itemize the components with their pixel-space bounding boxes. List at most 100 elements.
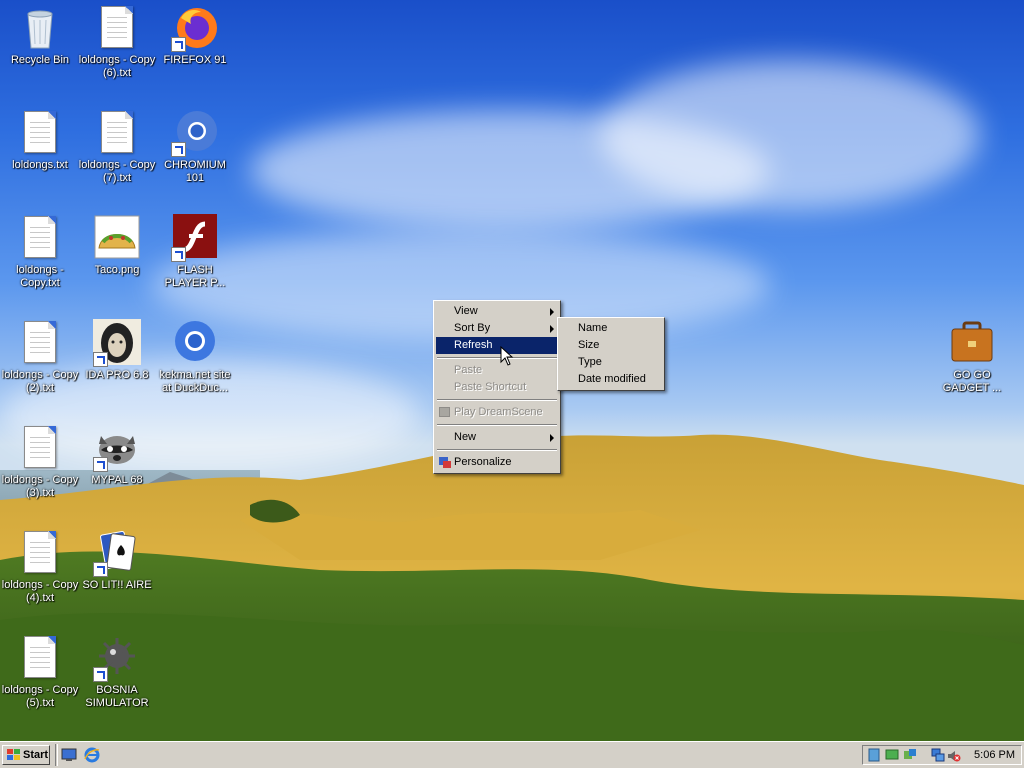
desktop-icon-go-go-gadget[interactable]: GO GO GADGET ... — [932, 319, 1012, 395]
menu-item-label: Personalize — [454, 456, 512, 468]
taco-image-icon — [93, 214, 141, 262]
tray-safely-remove-icon[interactable] — [903, 748, 917, 762]
menu-item-paste: Paste — [436, 362, 558, 379]
menu-item-sort-by[interactable]: Sort By — [436, 320, 558, 337]
menu-item-label: Refresh — [454, 339, 493, 351]
tray-network-icon[interactable] — [931, 748, 945, 762]
mouse-cursor-icon — [500, 346, 514, 366]
shortcut-arrow-icon — [171, 142, 186, 157]
menu-item-label: View — [454, 305, 478, 317]
desktop-icon-firefox[interactable]: FIREFOX 91 — [155, 4, 235, 67]
desktop-icon-text-file[interactable]: loldongs - Copy (5).txt — [0, 634, 80, 710]
text-file-icon — [16, 529, 64, 577]
desktop-icon-text-file[interactable]: loldongs.txt — [0, 109, 80, 172]
desktop-icon-label: IDA PRO 6.8 — [85, 369, 149, 381]
recycle-bin-icon — [16, 4, 64, 52]
menu-item-label: New — [454, 431, 477, 443]
menu-item-personalize[interactable]: Personalize — [436, 454, 558, 471]
text-file-icon — [16, 634, 64, 682]
solitaire-cards-icon — [93, 529, 141, 577]
desktop-icon-label: loldongs - Copy.txt — [16, 264, 64, 289]
menu-item-new[interactable]: New — [436, 429, 558, 446]
text-file-icon — [16, 424, 64, 472]
windows-logo-icon — [7, 749, 20, 760]
start-button[interactable]: Start — [2, 745, 50, 765]
taskbar: Start 5:06 PM — [0, 741, 1024, 768]
submenu-arrow-icon — [550, 325, 554, 333]
taskbar-clock[interactable]: 5:06 PM — [974, 749, 1015, 761]
desktop-icon-label: FIREFOX 91 — [163, 54, 227, 66]
tray-display-icon[interactable] — [885, 748, 899, 762]
desktop-icon-chromium[interactable]: CHROMIUM 101 — [155, 109, 235, 185]
shortcut-arrow-icon — [93, 457, 108, 472]
text-file-icon — [93, 4, 141, 52]
show-desktop-icon[interactable] — [61, 748, 77, 762]
chrome-shortcut-icon — [171, 319, 219, 367]
taskbar-divider — [55, 744, 58, 766]
menu-item-refresh[interactable]: Refresh — [436, 337, 558, 354]
desktop-icon-text-file[interactable]: loldongs - Copy.txt — [0, 214, 80, 290]
submenu-arrow-icon — [550, 434, 554, 442]
menu-item-label: Paste — [454, 364, 483, 376]
desktop-icon-flash-player[interactable]: FLASH PLAYER P... — [155, 214, 235, 290]
desktop-icon-text-file[interactable]: loldongs - Copy (2).txt — [0, 319, 80, 395]
desktop-icon-label: loldongs - Copy (4).txt — [1, 579, 79, 604]
desktop-icon-label: Recycle Bin — [10, 54, 70, 66]
firefox-icon — [171, 4, 219, 52]
desktop-icon-label: BOSNIA SIMULATOR — [85, 684, 149, 709]
desktop-icon-text-file[interactable]: loldongs - Copy (4).txt — [0, 529, 80, 605]
sort-option-type[interactable]: Type — [560, 354, 662, 371]
flash-player-icon — [171, 214, 219, 262]
desktop-icon-solitaire[interactable]: SO LIT!! AIRE — [77, 529, 157, 592]
text-file-icon — [16, 109, 64, 157]
menu-separator — [437, 449, 557, 451]
desktop-icon-text-file[interactable]: loldongs - Copy (6).txt — [77, 4, 157, 80]
sort-option-date-modified[interactable]: Date modified — [560, 371, 662, 388]
desktop-icon-label: SO LIT!! AIRE — [82, 579, 152, 591]
desktop-icon-label: loldongs - Copy (6).txt — [78, 54, 156, 79]
desktop-icon-label: loldongs - Copy (7).txt — [78, 159, 156, 184]
desktop-icon-label: CHROMIUM 101 — [164, 159, 226, 184]
sort-option-size[interactable]: Size — [560, 337, 662, 354]
internet-explorer-icon[interactable] — [84, 747, 100, 763]
desktop-icon-label: FLASH PLAYER P... — [164, 264, 226, 289]
submenu-arrow-icon — [550, 308, 554, 316]
tray-volume-muted-icon[interactable] — [947, 749, 961, 763]
menu-item-play-dreamscene: Play DreamScene — [436, 404, 558, 421]
desktop-icon-label: loldongs - Copy (3).txt — [1, 474, 79, 499]
desktop-icon-text-file[interactable]: loldongs - Copy (7).txt — [77, 109, 157, 185]
desktop-icon-label: loldongs - Copy (2).txt — [1, 369, 79, 394]
desktop-icon-taco-image[interactable]: Taco.png — [77, 214, 157, 277]
menu-item-label: Date modified — [578, 373, 646, 385]
menu-separator — [437, 399, 557, 401]
tray-app-icon[interactable] — [867, 748, 881, 762]
shortcut-arrow-icon — [93, 562, 108, 577]
desktop-icon-bosnia-simulator[interactable]: BOSNIA SIMULATOR — [77, 634, 157, 710]
desktop-icon-label: Taco.png — [94, 264, 140, 276]
desktop-icon-label: GO GO GADGET ... — [942, 369, 1002, 394]
desktop-icon-site-shortcut[interactable]: kekma.net site at DuckDuc... — [155, 319, 235, 395]
menu-separator — [437, 424, 557, 426]
mypal-raccoon-icon — [93, 424, 141, 472]
dreamscene-icon — [439, 407, 450, 417]
desktop-icon-ida-pro[interactable]: IDA PRO 6.8 — [77, 319, 157, 382]
desktop-icon-text-file[interactable]: loldongs - Copy (3).txt — [0, 424, 80, 500]
mine-icon — [93, 634, 141, 682]
desktop-icon-label: MYPAL 68 — [91, 474, 143, 486]
shortcut-arrow-icon — [93, 352, 108, 367]
shortcut-arrow-icon — [171, 247, 186, 262]
menu-item-label: Play DreamScene — [454, 406, 543, 418]
menu-item-label: Paste Shortcut — [454, 381, 527, 393]
desktop-icon-label: loldongs - Copy (5).txt — [1, 684, 79, 709]
menu-item-label: Sort By — [454, 322, 491, 334]
system-tray: 5:06 PM — [862, 745, 1022, 765]
menu-item-label: Name — [578, 322, 608, 334]
sort-option-name[interactable]: Name — [560, 320, 662, 337]
desktop-icon-mypal[interactable]: MYPAL 68 — [77, 424, 157, 487]
desktop-icon-recycle-bin[interactable]: Recycle Bin — [0, 4, 80, 67]
shortcut-arrow-icon — [93, 667, 108, 682]
menu-item-paste-shortcut: Paste Shortcut — [436, 379, 558, 396]
menu-item-view[interactable]: View — [436, 303, 558, 320]
start-label: Start — [23, 749, 49, 761]
shortcut-arrow-icon — [171, 37, 186, 52]
